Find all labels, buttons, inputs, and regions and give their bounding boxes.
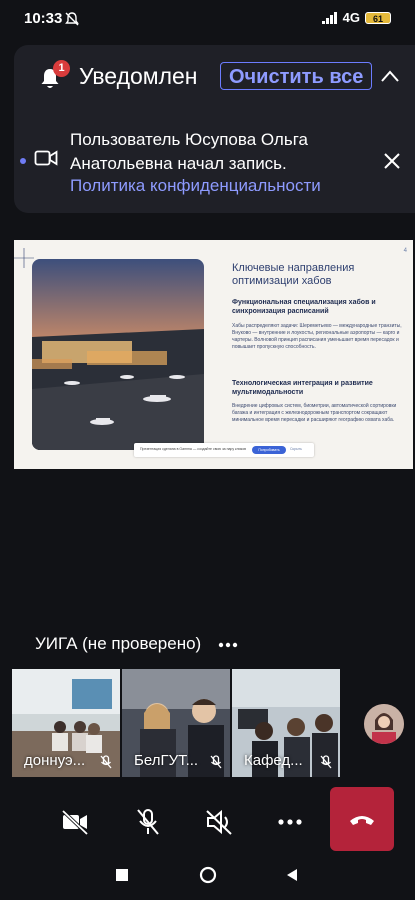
participant-tile[interactable]: доннуэ... bbox=[12, 669, 120, 777]
notification-panel: 1 Уведомлен Очистить все Пользователь Юс… bbox=[14, 45, 415, 213]
more-options-icon[interactable] bbox=[275, 807, 305, 837]
slide-page-number: 4 bbox=[403, 248, 407, 254]
camera-off-icon[interactable] bbox=[60, 807, 90, 837]
privacy-policy-link[interactable]: Политика конфиденциальности bbox=[70, 176, 321, 196]
mic-off-icon bbox=[100, 755, 112, 769]
unread-dot bbox=[20, 158, 26, 164]
active-speaker-name: УИГА (не проверено) bbox=[35, 634, 202, 653]
slide-title: Ключевые направления оптимизации хабов bbox=[232, 262, 355, 287]
airport-image bbox=[32, 259, 204, 450]
end-call-button[interactable] bbox=[330, 787, 394, 851]
video-camera-icon bbox=[34, 150, 58, 166]
more-dots-icon[interactable] bbox=[218, 642, 238, 648]
notification-badge: 1 bbox=[53, 60, 70, 77]
home-icon[interactable] bbox=[199, 866, 217, 884]
slide-section2-text: Внедрение цифровых систем, биометрии, ав… bbox=[232, 403, 397, 423]
slide-section1-text: Хабы распределяют задачи: Шереметьево — … bbox=[232, 323, 402, 350]
participant-label: БелГУТ... bbox=[134, 752, 199, 769]
mic-off-icon bbox=[320, 755, 332, 769]
signal-icon bbox=[321, 11, 337, 24]
status-time: 10:33 bbox=[24, 10, 63, 27]
participant-tile[interactable]: БелГУТ... bbox=[122, 669, 230, 777]
bell-icon-wrap[interactable]: 1 bbox=[39, 60, 70, 88]
participant-avatar[interactable] bbox=[364, 704, 404, 744]
battery-icon: 61 bbox=[365, 11, 391, 24]
banner-text: Презентация сделана в Gamma — создайте с… bbox=[140, 447, 247, 451]
participant-tile[interactable]: Кафед... bbox=[232, 669, 340, 777]
participant-tiles: доннуэ... БелГУТ... Кафед... bbox=[12, 669, 415, 777]
notification-title: Уведомлен bbox=[79, 63, 198, 89]
status-right: 4G 61 bbox=[321, 10, 391, 25]
slide-corner-mark bbox=[14, 248, 34, 268]
participant-label: Кафед... bbox=[244, 752, 303, 769]
slide-section2-title: Технологическая интеграция и развитие му… bbox=[232, 380, 373, 396]
system-nav-bar bbox=[0, 857, 415, 900]
speaker-off-icon[interactable] bbox=[204, 807, 234, 837]
mic-off-icon[interactable] bbox=[133, 807, 163, 837]
status-bar: 10:33 4G 61 bbox=[0, 0, 415, 38]
airport-illustration bbox=[32, 259, 204, 450]
call-toolbar bbox=[0, 787, 415, 857]
close-icon[interactable] bbox=[382, 151, 402, 171]
back-icon[interactable] bbox=[285, 868, 299, 882]
notifications-off-icon bbox=[65, 12, 79, 26]
banner-button[interactable]: Попробовать bbox=[252, 446, 286, 454]
hang-up-icon bbox=[350, 816, 374, 825]
network-type: 4G bbox=[342, 10, 360, 25]
chevron-up-icon[interactable] bbox=[380, 69, 400, 83]
mic-off-icon bbox=[210, 755, 222, 769]
clear-all-button[interactable]: Очистить все bbox=[220, 62, 373, 90]
avatar-image bbox=[364, 704, 404, 744]
slide-banner: Презентация сделана в Gamma — создайте с… bbox=[134, 443, 314, 457]
recents-icon[interactable] bbox=[115, 868, 129, 882]
notification-message: Пользователь Юсупова Ольга Анатольевна н… bbox=[70, 130, 308, 173]
shared-slide: 4 Ключевые направления оптимизации хабов… bbox=[14, 240, 413, 469]
banner-close[interactable]: Скрыть bbox=[290, 447, 302, 451]
slide-section1-title: Функциональная специализация хабов и син… bbox=[232, 299, 376, 315]
participant-label: доннуэ... bbox=[24, 752, 86, 769]
